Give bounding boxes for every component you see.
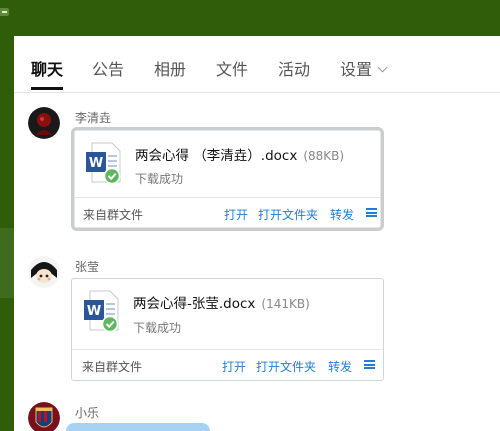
file-card[interactable]: W 两会心得-张莹.docx (141KB) 下载成功 来自群文件 打开 打开文件… (71, 278, 384, 381)
svg-text:W: W (87, 304, 101, 319)
word-document-icon: W (86, 142, 122, 185)
tab-activity[interactable]: 活动 (278, 56, 310, 80)
avatar[interactable] (28, 256, 60, 288)
file-size: (88KB) (303, 149, 345, 163)
file-size: (141KB) (261, 297, 310, 311)
active-tab-indicator (31, 87, 63, 90)
file-source: 来自群文件 (82, 360, 143, 374)
card-footer: 来自群文件 打开 打开文件夹 转发 (74, 197, 381, 228)
left-sidebar-strip (0, 0, 14, 431)
collapse-handle[interactable] (0, 8, 9, 16)
open-folder-button[interactable]: 打开文件夹 (258, 206, 318, 223)
tab-chat[interactable]: 聊天 (31, 56, 63, 80)
file-name: 两会心得-张莹.docx (141KB) (133, 292, 310, 312)
chevron-down-icon (377, 62, 388, 73)
sidebar-selected-block (0, 228, 14, 298)
message-bubble[interactable] (66, 423, 210, 431)
avatar[interactable] (28, 107, 60, 139)
hamburger-menu-icon[interactable] (366, 208, 377, 218)
sender-name: 小乐 (75, 406, 100, 420)
hamburger-menu-icon[interactable] (364, 360, 375, 370)
file-name-text: 两会心得 （李清垚）.docx (135, 148, 298, 164)
forward-button[interactable]: 转发 (330, 206, 354, 223)
card-footer: 来自群文件 打开 打开文件夹 转发 (72, 349, 383, 380)
svg-text:W: W (89, 156, 103, 171)
chat-panel: 聊天 公告 相册 文件 活动 设置 李清垚 W 两会心得 （李清垚）.docx … (14, 36, 500, 431)
open-button[interactable]: 打开 (222, 358, 246, 375)
avatar[interactable] (28, 402, 60, 431)
open-button[interactable]: 打开 (224, 206, 248, 223)
tab-album[interactable]: 相册 (154, 56, 186, 80)
open-folder-button[interactable]: 打开文件夹 (256, 358, 316, 375)
sender-name: 李清垚 (75, 111, 112, 125)
tab-announcement[interactable]: 公告 (92, 56, 124, 80)
download-status: 下载成功 (133, 321, 182, 335)
file-name: 两会心得 （李清垚）.docx (88KB) (135, 144, 344, 164)
forward-button[interactable]: 转发 (328, 358, 352, 375)
download-status: 下载成功 (135, 172, 184, 186)
file-card[interactable]: W 两会心得 （李清垚）.docx (88KB) 下载成功 来自群文件 打开 打开… (71, 127, 384, 231)
tab-files[interactable]: 文件 (216, 56, 248, 80)
tab-settings-label: 设置 (340, 60, 373, 79)
tab-settings[interactable]: 设置 (340, 56, 388, 80)
file-name-text: 两会心得-张莹.docx (133, 296, 256, 312)
word-document-icon: W (84, 290, 120, 333)
sender-name: 张莹 (75, 260, 100, 274)
tab-bar: 聊天 公告 相册 文件 活动 设置 (14, 36, 500, 93)
file-source: 来自群文件 (83, 208, 144, 222)
